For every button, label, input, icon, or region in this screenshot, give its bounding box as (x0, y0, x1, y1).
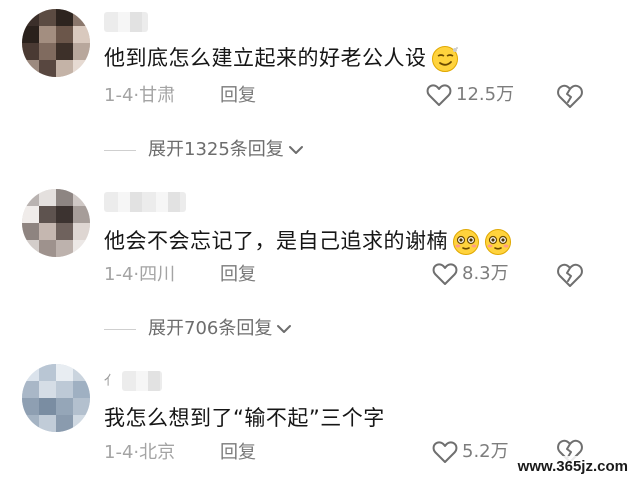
expand-replies-button[interactable]: 展开1325条回复 (104, 138, 306, 162)
heart-icon (432, 441, 458, 463)
dislike-button[interactable] (556, 83, 584, 113)
watermark: www.365jz.com (511, 456, 634, 477)
expand-replies-label: 展开706条回复 (148, 318, 273, 339)
comment-text-content: 他会不会忘记了，是自己追求的谢楠 (104, 229, 448, 253)
expand-divider (104, 149, 136, 151)
like-count: 8.3万 (462, 263, 509, 284)
like-count: 5.2万 (462, 441, 509, 462)
comment-text: 他到底怎么建立起来的好老公人设 (104, 44, 459, 73)
flushed-emoji-icon (484, 228, 512, 256)
like-button[interactable]: 12.5万 (426, 83, 514, 107)
flushed-emoji-icon (452, 228, 480, 256)
like-button[interactable]: 5.2万 (432, 440, 509, 464)
comment-text-content: 他到底怎么建立起来的好老公人设 (104, 46, 427, 70)
avatar[interactable] (22, 364, 90, 432)
comment-text-content: 我怎么想到了“输不起”三个字 (104, 406, 385, 430)
username-blurred[interactable] (122, 371, 162, 391)
reply-button[interactable]: 回复 (220, 84, 256, 108)
avatar[interactable] (22, 189, 90, 257)
username-blurred[interactable] (104, 12, 148, 32)
reply-button[interactable]: 回复 (220, 441, 256, 465)
like-count: 12.5万 (456, 84, 515, 105)
chevron-down-icon (277, 325, 292, 333)
comment-meta: 1-4·四川 (104, 263, 175, 287)
comment-text: 他会不会忘记了，是自己追求的谢楠 (104, 227, 512, 256)
comment-date: 1-4 (104, 442, 134, 463)
expand-divider (104, 328, 136, 330)
heart-icon (432, 263, 458, 285)
comment-date: 1-4 (104, 264, 134, 285)
expand-replies-label: 展开1325条回复 (148, 139, 284, 160)
comment-location: 四川 (139, 264, 176, 285)
heart-icon (426, 84, 452, 106)
expand-replies-button[interactable]: 展开706条回复 (104, 317, 294, 341)
avatar[interactable] (22, 9, 90, 77)
username-first-char: ｲ (104, 371, 112, 389)
comment-date: 1-4 (104, 85, 134, 106)
chevron-down-icon (288, 146, 303, 154)
smirk-emoji-icon (431, 45, 459, 73)
username-blurred[interactable] (104, 192, 186, 212)
reply-button[interactable]: 回复 (220, 263, 256, 287)
comment-text: 我怎么想到了“输不起”三个字 (104, 404, 385, 432)
comment-meta: 1-4·北京 (104, 441, 175, 465)
like-button[interactable]: 8.3万 (432, 262, 509, 286)
comment-location: 北京 (139, 442, 176, 463)
dislike-button[interactable] (556, 262, 584, 292)
broken-heart-icon (557, 263, 583, 287)
comment-meta: 1-4·甘肃 (104, 84, 175, 108)
broken-heart-icon (557, 84, 583, 108)
comment-location: 甘肃 (139, 85, 176, 106)
